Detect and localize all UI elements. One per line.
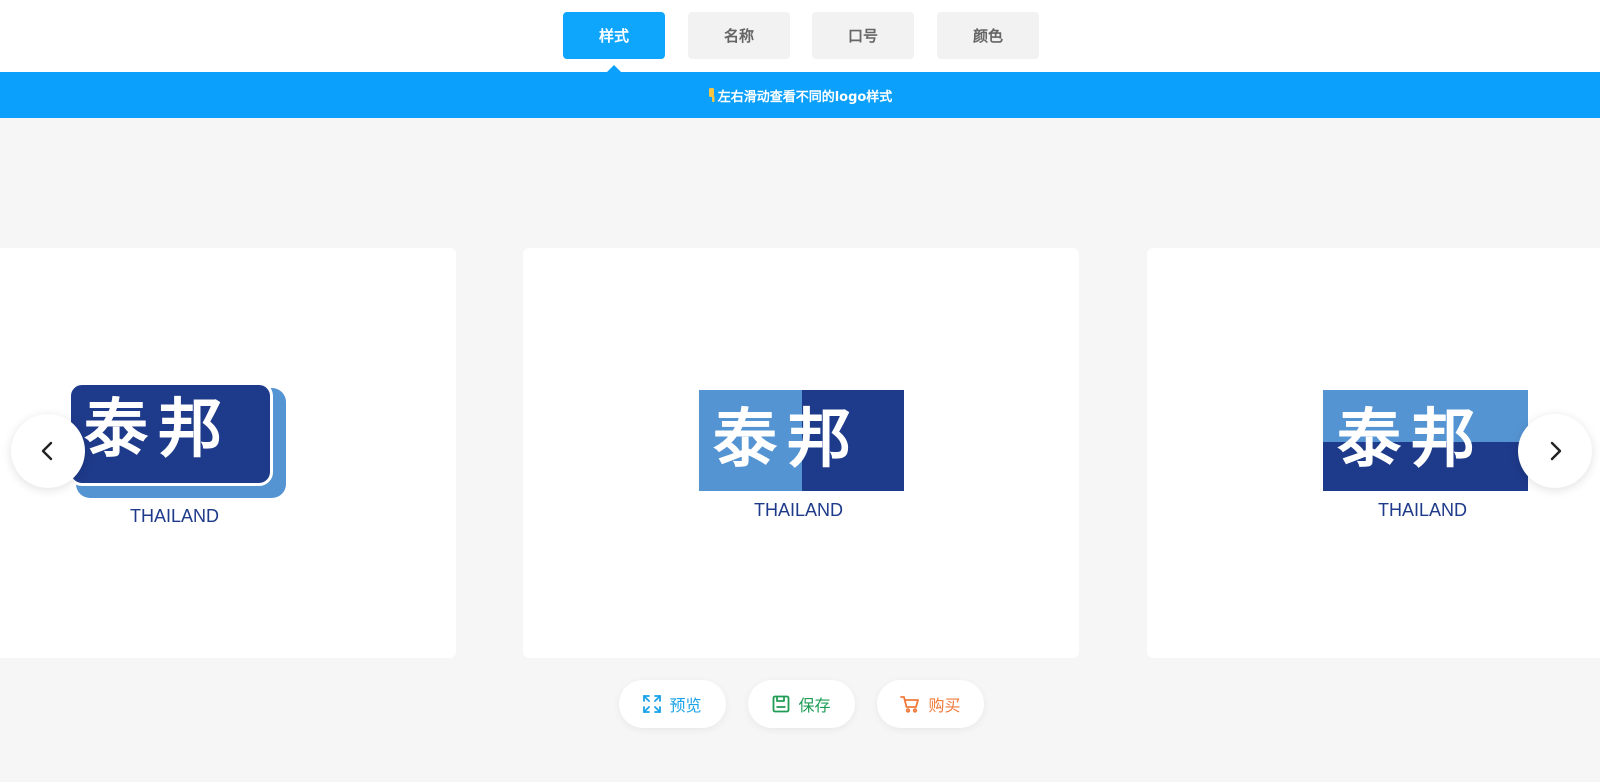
prev-logo-button[interactable] — [11, 414, 85, 488]
save-label: 保存 — [798, 696, 831, 715]
logo-split-vertical: 泰邦 THAILAND — [699, 390, 904, 530]
swipe-hint-text: 左右滑动查看不同的logo样式 — [717, 89, 893, 105]
logo-english-text: THAILAND — [130, 506, 220, 526]
logo-split-horizontal: 泰邦 THAILAND — [1323, 390, 1528, 530]
logo-card-current[interactable]: 泰邦 THAILAND — [523, 248, 1079, 658]
logo-chinese-text: 泰邦 — [713, 403, 861, 477]
next-logo-button[interactable] — [1518, 414, 1592, 488]
logo-english-text: THAILAND — [754, 500, 844, 520]
tab-style[interactable]: 样式 — [563, 12, 665, 59]
pointing-hand-icon — [708, 88, 715, 102]
expand-icon — [643, 695, 662, 713]
preview-label: 预览 — [669, 696, 702, 715]
top-tab-bar: 样式 名称 口号 颜色 — [0, 0, 1600, 72]
tab-name[interactable]: 名称 — [688, 12, 790, 59]
logo-chinese-text: 泰邦 — [1337, 403, 1485, 477]
buy-label: 购买 — [928, 696, 961, 715]
logo-english-text: THAILAND — [1378, 500, 1468, 520]
logo-rounded-badge: 泰邦 THAILAND — [68, 382, 288, 532]
cart-icon — [900, 696, 920, 713]
chevron-right-icon — [1550, 441, 1562, 461]
swipe-hint-bar: 左右滑动查看不同的logo样式 — [0, 72, 1600, 118]
preview-button[interactable]: 预览 — [619, 680, 726, 728]
tab-color[interactable]: 颜色 — [937, 12, 1039, 59]
logo-chinese-text: 泰邦 — [84, 393, 232, 467]
save-button[interactable]: 保存 — [748, 680, 855, 728]
chevron-left-icon — [41, 441, 53, 461]
buy-button[interactable]: 购买 — [877, 680, 984, 728]
save-icon — [773, 695, 790, 713]
tab-slogan[interactable]: 口号 — [812, 12, 914, 59]
